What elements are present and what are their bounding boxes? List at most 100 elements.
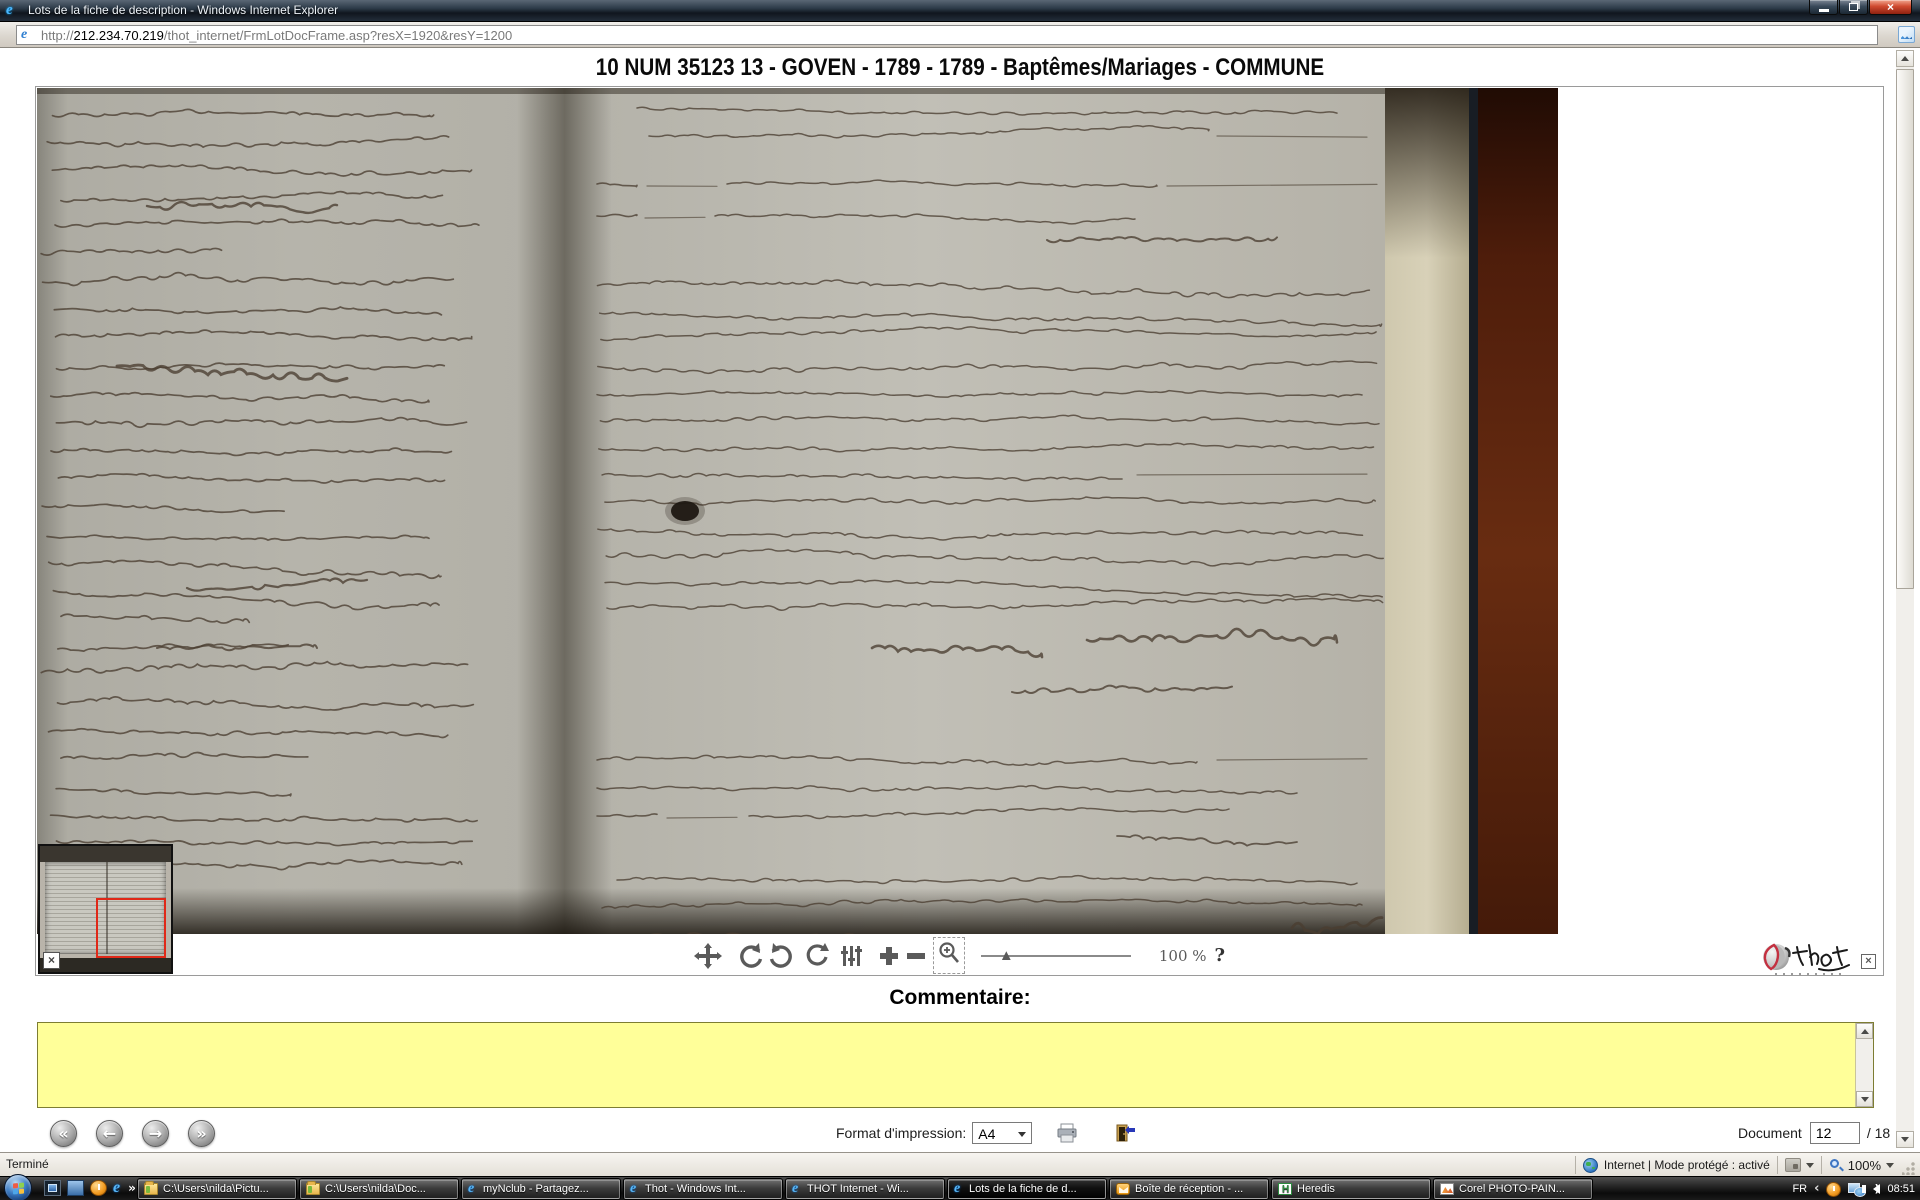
page-scrollbar[interactable]: [1896, 50, 1914, 1148]
system-tray: FR ‹ 08:51: [1792, 1177, 1918, 1200]
arrow-up-icon: [1901, 56, 1909, 61]
address-bar: e http://212.234.70.219/thot_internet/Fr…: [0, 22, 1920, 48]
clock-time[interactable]: 08:51: [1887, 1183, 1915, 1195]
print-format-select[interactable]: A4: [972, 1122, 1033, 1144]
volume-icon[interactable]: [1862, 1181, 1881, 1197]
adjust-levels-icon[interactable]: [840, 944, 862, 968]
zoom-out-icon[interactable]: [905, 945, 927, 967]
address-input[interactable]: e http://212.234.70.219/thot_internet/Fr…: [16, 25, 1878, 45]
rotate-reset-icon[interactable]: [804, 942, 830, 969]
restore-icon: [1849, 3, 1858, 11]
task-label: Corel PHOTO-PAIN...: [1459, 1183, 1565, 1195]
comment-scroll-down[interactable]: [1856, 1091, 1873, 1107]
zoom-in-icon[interactable]: [878, 945, 900, 967]
taskbar-button-pictures[interactable]: C:\Users\nilda\Pictu...: [138, 1179, 296, 1199]
chevron-down-icon: [1018, 1132, 1027, 1137]
logo-dots: [1775, 973, 1845, 975]
favicon-ie-icon: e: [21, 27, 28, 42]
previous-document-button[interactable]: ←: [96, 1120, 123, 1147]
comment-box: [37, 1022, 1874, 1108]
task-label: Heredis: [1297, 1183, 1335, 1195]
thot-logo: ×: [1761, 939, 1881, 975]
start-button[interactable]: [4, 1174, 32, 1200]
logo-close-button[interactable]: ×: [1861, 954, 1876, 969]
restore-button[interactable]: [1839, 0, 1868, 15]
taskbar-button-documents[interactable]: C:\Users\nilda\Doc...: [300, 1179, 458, 1199]
scroll-up-button[interactable]: [1896, 50, 1914, 67]
task-label: Lots de la fiche de d...: [969, 1183, 1077, 1195]
internet-explorer-icon: e: [630, 1181, 637, 1196]
taskbar-button-corel[interactable]: Corel PHOTO-PAIN...: [1434, 1179, 1592, 1199]
taskbar-button-lots-fiche-active[interactable]: e Lots de la fiche de d...: [948, 1179, 1106, 1199]
print-button[interactable]: [1056, 1123, 1078, 1143]
document-pager: Document / 18: [1738, 1122, 1890, 1144]
comment-scroll-up[interactable]: [1856, 1023, 1873, 1039]
image-viewer: × ▲ 100 % ? ×: [35, 86, 1884, 976]
help-button[interactable]: ?: [1215, 945, 1226, 966]
minimize-button[interactable]: [1809, 0, 1838, 15]
task-label: Boîte de réception - ...: [1135, 1183, 1244, 1195]
taskbar-button-inbox[interactable]: Boîte de réception - ...: [1110, 1179, 1268, 1199]
print-format-value: A4: [978, 1126, 996, 1142]
internet-zone-icon: [1582, 1157, 1598, 1173]
taskbar-button-heredis[interactable]: Heredis: [1272, 1179, 1430, 1199]
magnifier-tool-active[interactable]: [932, 937, 965, 974]
viewer-toolbar: ▲ 100 % ?: [36, 936, 1883, 975]
zoom-slider[interactable]: ▲: [980, 946, 1131, 966]
protected-mode-icon[interactable]: [1784, 1158, 1801, 1172]
document-number-input[interactable]: [1809, 1122, 1860, 1144]
scroll-down-button[interactable]: [1896, 1131, 1914, 1148]
tray-expand-chevron[interactable]: ‹: [1814, 1177, 1819, 1200]
tray-clock-icon[interactable]: [1826, 1181, 1842, 1197]
task-label: C:\Users\nilda\Pictu...: [163, 1183, 269, 1195]
taskbar-button-mynclub[interactable]: e myNclub - Partagez...: [462, 1179, 620, 1199]
comment-scrollbar[interactable]: [1855, 1023, 1873, 1107]
first-document-button[interactable]: «: [50, 1120, 77, 1147]
page-content: 10 NUM 35123 13 - GOVEN - 1789 - 1789 - …: [0, 48, 1920, 1152]
zoom-percentage: 100 %: [1158, 946, 1207, 965]
close-icon: ×: [1886, 0, 1894, 14]
ie-logo-icon: e: [6, 2, 13, 18]
arrow-up-icon: [1860, 1028, 1869, 1034]
compatibility-view-icon[interactable]: [1898, 26, 1915, 43]
chevron-down-icon[interactable]: [1886, 1162, 1894, 1168]
taskbar-button-thot[interactable]: e Thot - Windows Int...: [624, 1179, 782, 1199]
language-indicator[interactable]: FR: [1792, 1183, 1807, 1195]
close-button[interactable]: ×: [1869, 0, 1912, 15]
task-label: myNclub - Partagez...: [483, 1183, 589, 1195]
window-title: Lots de la fiche de description - Window…: [28, 3, 339, 17]
rotate-cw-icon[interactable]: [768, 942, 794, 969]
switch-windows-icon[interactable]: [67, 1180, 84, 1196]
quick-launch-overflow-chevron[interactable]: »: [128, 1180, 136, 1196]
manuscript-scan[interactable]: [37, 88, 1558, 934]
clock-app-icon[interactable]: [90, 1180, 107, 1196]
scrollbar-thumb[interactable]: [1896, 69, 1914, 589]
security-zone-text: Internet | Mode protégé : activé: [1603, 1158, 1770, 1172]
chevron-down-icon[interactable]: [1805, 1162, 1814, 1168]
internet-explorer-icon: e: [792, 1181, 799, 1196]
task-label: Thot - Windows Int...: [645, 1183, 746, 1195]
internet-explorer-icon[interactable]: e: [113, 1180, 120, 1196]
rotate-ccw-icon[interactable]: [738, 942, 764, 969]
task-label: THOT Internet - Wi...: [807, 1183, 909, 1195]
zoom-magnifier-icon[interactable]: [1829, 1158, 1844, 1173]
task-buttons: C:\Users\nilda\Pictu... C:\Users\nilda\D…: [138, 1179, 1592, 1199]
zoom-slider-thumb[interactable]: ▲: [999, 946, 1014, 966]
url-text: http://212.234.70.219/thot_internet/FrmL…: [41, 28, 512, 43]
taskbar-button-thot-internet[interactable]: e THOT Internet - Wi...: [786, 1179, 944, 1199]
heredis-icon: [1278, 1183, 1292, 1196]
comment-label: Commentaire:: [889, 986, 1031, 1009]
comment-textarea[interactable]: [38, 1023, 1854, 1107]
window-controls: ×: [1808, 0, 1912, 15]
next-document-button[interactable]: →: [142, 1120, 169, 1147]
url-host: 212.234.70.219: [73, 27, 164, 43]
show-desktop-icon[interactable]: [44, 1180, 61, 1196]
status-bar: Terminé Internet | Mode protégé : activé…: [0, 1152, 1920, 1176]
pan-icon[interactable]: [693, 942, 722, 969]
exit-button[interactable]: [1114, 1123, 1136, 1143]
url-path: /thot_internet/FrmLotDocFrame.asp?resX=1…: [163, 27, 513, 43]
title-bar: e Lots de la fiche de description - Wind…: [0, 0, 1920, 22]
arrow-down-icon: [1901, 1137, 1909, 1142]
last-document-button[interactable]: »: [188, 1120, 215, 1147]
resize-grip[interactable]: [1902, 1161, 1916, 1175]
